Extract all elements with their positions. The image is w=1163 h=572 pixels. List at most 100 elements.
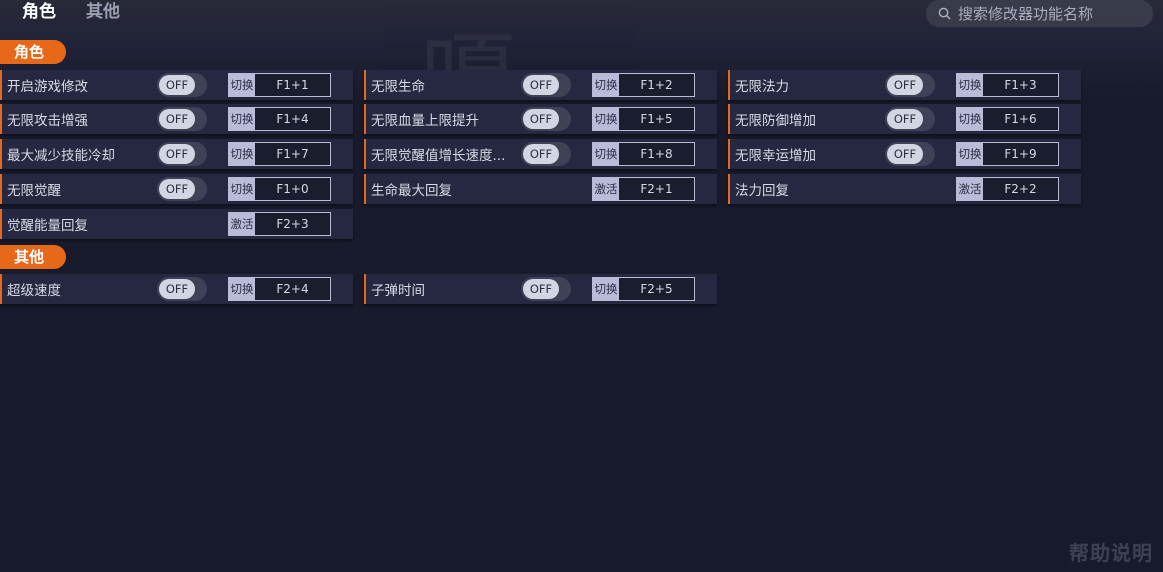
cheat-toggle[interactable]: OFF: [157, 73, 207, 97]
hotkey-mode: 切换: [957, 143, 983, 165]
cheat-toggle[interactable]: OFF: [885, 107, 935, 131]
toggle-state: OFF: [159, 179, 195, 199]
cheat-row: 无限觉醒 OFF 切换 F1+0: [0, 174, 353, 204]
hotkey-value: F1+3: [983, 74, 1058, 96]
hotkey-box[interactable]: 切换 F1+7: [228, 142, 331, 166]
section-label-character: 角色: [0, 40, 66, 64]
cheat-row: 无限生命 OFF 切换 F1+2: [364, 70, 717, 100]
cheat-name: 觉醒能量回复: [7, 218, 88, 234]
cheat-name: 无限法力: [735, 79, 789, 95]
hotkey-value: F1+4: [255, 108, 330, 130]
cheat-name: 子弹时间: [371, 283, 425, 299]
cheat-name: 最大减少技能冷却: [7, 148, 115, 164]
cheat-name: 无限攻击增强: [7, 113, 88, 129]
hotkey-value: F2+5: [619, 278, 694, 300]
toggle-state: OFF: [523, 279, 559, 299]
cheat-row: 无限法力 OFF 切换 F1+3: [728, 70, 1081, 100]
hotkey-value: F2+2: [983, 178, 1058, 200]
cheat-toggle[interactable]: OFF: [521, 142, 571, 166]
toggle-state: OFF: [523, 75, 559, 95]
hotkey-value: F1+1: [255, 74, 330, 96]
cheat-name: 无限觉醒: [7, 183, 61, 199]
cheat-toggle[interactable]: OFF: [521, 107, 571, 131]
toggle-state: OFF: [159, 75, 195, 95]
hotkey-mode: 切换: [957, 74, 983, 96]
cheat-toggle[interactable]: OFF: [521, 277, 571, 301]
toggle-state: OFF: [159, 144, 195, 164]
hotkey-value: F1+8: [619, 143, 694, 165]
hotkey-box[interactable]: 切换 F1+5: [592, 107, 695, 131]
hotkey-box[interactable]: 切换 F2+4: [228, 277, 331, 301]
hotkey-box[interactable]: 切换 F2+5: [592, 277, 695, 301]
cheat-toggle[interactable]: OFF: [885, 73, 935, 97]
hotkey-box[interactable]: 切换 F1+0: [228, 177, 331, 201]
tab-other[interactable]: 其他: [86, 0, 120, 26]
cheat-toggle[interactable]: OFF: [157, 277, 207, 301]
hotkey-box[interactable]: 激活 F2+3: [228, 212, 331, 236]
hotkey-value: F2+3: [255, 213, 330, 235]
hotkey-mode: 切换: [593, 108, 619, 130]
cheat-name: 无限生命: [371, 79, 425, 95]
hotkey-box[interactable]: 切换 F1+8: [592, 142, 695, 166]
hotkey-value: F1+2: [619, 74, 694, 96]
hotkey-mode: 激活: [229, 213, 255, 235]
toggle-state: OFF: [523, 144, 559, 164]
hotkey-mode: 切换: [957, 108, 983, 130]
cheat-toggle[interactable]: OFF: [157, 177, 207, 201]
cheat-row: 无限觉醒值增长速度... OFF 切换 F1+8: [364, 139, 717, 169]
cheat-row: 无限防御增加 OFF 切换 F1+6: [728, 104, 1081, 134]
cheat-row: 法力回复 激活 F2+2: [728, 174, 1081, 204]
hotkey-mode: 切换: [229, 74, 255, 96]
hotkey-box[interactable]: 切换 F1+3: [956, 73, 1059, 97]
cheat-name: 法力回复: [735, 183, 789, 199]
cheat-name: 无限觉醒值增长速度...: [371, 148, 506, 164]
hotkey-value: F2+4: [255, 278, 330, 300]
hotkey-mode: 激活: [957, 178, 983, 200]
hotkey-box[interactable]: 切换 F1+4: [228, 107, 331, 131]
cheat-row: 无限攻击增强 OFF 切换 F1+4: [0, 104, 353, 134]
search-input[interactable]: [958, 4, 1148, 23]
hotkey-box[interactable]: 切换 F1+1: [228, 73, 331, 97]
cheat-toggle[interactable]: OFF: [521, 73, 571, 97]
hotkey-mode: 激活: [593, 178, 619, 200]
help-link[interactable]: 帮助说明: [1069, 537, 1153, 566]
toggle-state: OFF: [159, 109, 195, 129]
cheat-row: 开启游戏修改 OFF 切换 F1+1: [0, 70, 353, 100]
hotkey-mode: 切换: [593, 278, 619, 300]
cheat-row: 超级速度 OFF 切换 F2+4: [0, 274, 353, 304]
cheat-name: 无限防御增加: [735, 113, 816, 129]
hotkey-value: F1+0: [255, 178, 330, 200]
hotkey-mode: 切换: [229, 143, 255, 165]
search-icon: [938, 7, 951, 20]
cheat-toggle[interactable]: OFF: [885, 142, 935, 166]
cheat-row: 无限幸运增加 OFF 切换 F1+9: [728, 139, 1081, 169]
hotkey-box[interactable]: 切换 F1+9: [956, 142, 1059, 166]
cheat-name: 开启游戏修改: [7, 79, 88, 95]
cheat-name: 无限血量上限提升: [371, 113, 479, 129]
hotkey-mode: 切换: [229, 178, 255, 200]
hotkey-box[interactable]: 激活 F2+2: [956, 177, 1059, 201]
hotkey-box[interactable]: 切换 F1+6: [956, 107, 1059, 131]
search-box[interactable]: [926, 0, 1153, 27]
toggle-state: OFF: [523, 109, 559, 129]
hotkey-mode: 切换: [229, 278, 255, 300]
tab-character[interactable]: 角色: [22, 0, 56, 26]
hotkey-box[interactable]: 切换 F1+2: [592, 73, 695, 97]
cheat-name: 生命最大回复: [371, 183, 452, 199]
cheat-row: 子弹时间 OFF 切换 F2+5: [364, 274, 717, 304]
cheat-toggle[interactable]: OFF: [157, 142, 207, 166]
cheat-toggle[interactable]: OFF: [157, 107, 207, 131]
cheat-row: 最大减少技能冷却 OFF 切换 F1+7: [0, 139, 353, 169]
cheat-name: 无限幸运增加: [735, 148, 816, 164]
hotkey-mode: 切换: [229, 108, 255, 130]
cheat-row: 无限血量上限提升 OFF 切换 F1+5: [364, 104, 717, 134]
hotkey-value: F1+9: [983, 143, 1058, 165]
section-label-other: 其他: [0, 245, 66, 269]
toggle-state: OFF: [887, 109, 923, 129]
hotkey-box[interactable]: 激活 F2+1: [592, 177, 695, 201]
hotkey-mode: 切换: [593, 74, 619, 96]
toggle-state: OFF: [887, 75, 923, 95]
hotkey-value: F1+6: [983, 108, 1058, 130]
hotkey-value: F1+7: [255, 143, 330, 165]
hotkey-value: F2+1: [619, 178, 694, 200]
